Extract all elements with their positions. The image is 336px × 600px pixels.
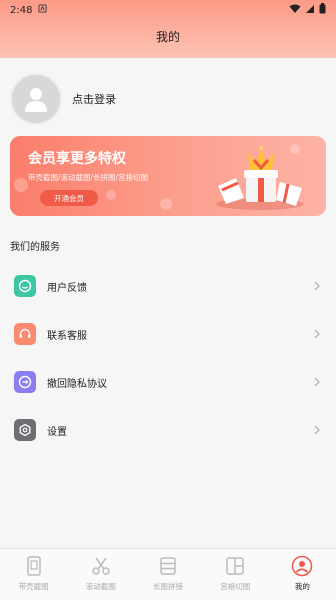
tab-profile[interactable]: 我的: [269, 549, 336, 600]
decor-dot: [14, 178, 28, 192]
header-background: 2:48 我的: [0, 0, 336, 58]
tab-grid-cut[interactable]: 宫格切图: [202, 549, 269, 600]
login-link[interactable]: 点击登录: [72, 91, 116, 107]
services-title: 我们的服务: [10, 242, 60, 253]
gift-box-icon: [216, 146, 304, 210]
customer-service-icon: [14, 323, 36, 345]
vip-subtitle: 带壳截图/滚动截图/长拼图/宫格切图: [28, 173, 149, 182]
chevron-right-icon: [314, 377, 320, 387]
page-title: 我的: [155, 30, 180, 44]
menu-label: 用户反馈: [47, 282, 87, 294]
menu-item-privacy[interactable]: 撤回隐私协议: [0, 358, 336, 406]
vip-title: 会员享更多特权: [28, 151, 126, 167]
menu-item-settings[interactable]: 设置: [0, 406, 336, 454]
wifi-icon: [289, 4, 301, 17]
notification-icon: [38, 4, 48, 16]
tab-label: 滚动截图: [85, 582, 116, 591]
tab-long-stitch[interactable]: 长图拼接: [134, 549, 201, 600]
chevron-right-icon: [314, 329, 320, 339]
tab-label: 宫格切图: [220, 582, 251, 591]
chevron-right-icon: [314, 425, 320, 435]
user-placeholder-icon: [25, 88, 47, 112]
menu-item-customer-service[interactable]: 联系客服: [0, 310, 336, 358]
menu-label: 设置: [47, 426, 67, 438]
decor-dot: [106, 190, 116, 200]
status-bar: 2:48: [0, 0, 336, 20]
tab-label: 带壳截图: [18, 582, 49, 591]
menu-label: 撤回隐私协议: [47, 378, 107, 390]
services-list: 用户反馈 联系客服 撤回隐私协议 设置: [0, 262, 336, 454]
vip-card[interactable]: 会员享更多特权 带壳截图/滚动截图/长拼图/宫格切图 开通会员: [10, 136, 326, 216]
tab-label: 我的: [294, 582, 310, 591]
scroll-capture-icon: [92, 557, 110, 575]
tab-phone-frame[interactable]: 带壳截图: [0, 549, 67, 600]
signal-icon: [305, 4, 315, 17]
battery-icon: [319, 3, 326, 17]
bottom-tab-bar: 带壳截图 滚动截图 长图拼接 宫格切图 我的: [0, 548, 336, 600]
tab-label: 长图拼接: [153, 582, 183, 591]
decor-dot: [160, 198, 172, 210]
menu-label: 联系客服: [47, 330, 87, 342]
feedback-icon: [14, 275, 36, 297]
settings-icon: [14, 419, 36, 441]
phone-frame-icon: [26, 556, 41, 576]
profile-row[interactable]: 点击登录: [10, 72, 326, 126]
long-stitch-icon: [160, 557, 176, 575]
chevron-right-icon: [314, 281, 320, 291]
avatar[interactable]: [10, 73, 62, 125]
open-vip-button[interactable]: 开通会员: [40, 190, 98, 206]
menu-item-feedback[interactable]: 用户反馈: [0, 262, 336, 310]
profile-icon: [292, 555, 313, 577]
privacy-icon: [14, 371, 36, 393]
status-time: 2:48: [10, 4, 33, 16]
tab-scroll-capture[interactable]: 滚动截图: [67, 549, 134, 600]
grid-cut-icon: [226, 557, 244, 575]
